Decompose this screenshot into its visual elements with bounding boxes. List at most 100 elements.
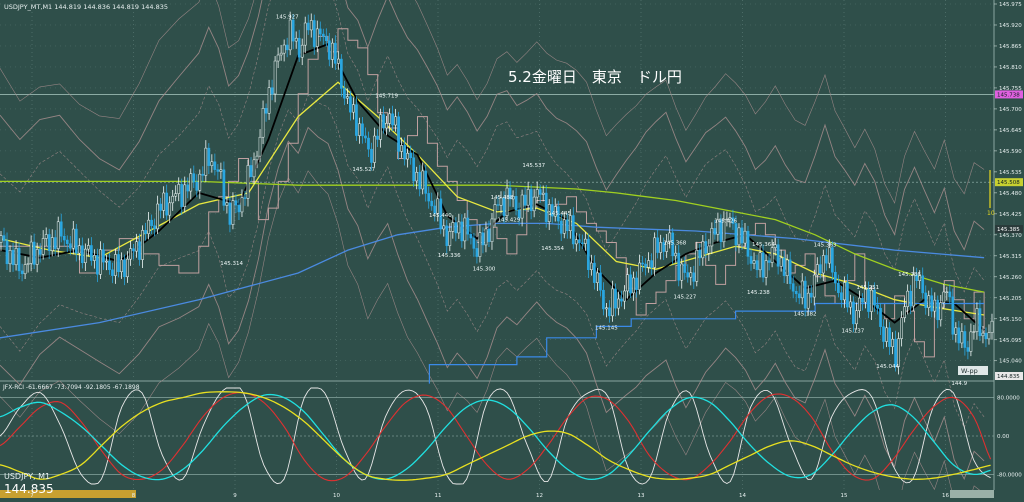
candle-body bbox=[475, 248, 479, 257]
candle-body bbox=[99, 249, 102, 275]
candle-body bbox=[349, 96, 352, 113]
time-axis-label: 15 bbox=[841, 493, 848, 499]
pp-label: W-pp bbox=[961, 367, 978, 375]
chart-annotation: 5.2金曜日 東京 ドル円 bbox=[508, 68, 682, 86]
candle-body bbox=[966, 347, 970, 352]
candle-body bbox=[520, 194, 524, 219]
candle-body bbox=[282, 44, 286, 54]
candle-body bbox=[647, 260, 650, 268]
candle-body bbox=[493, 204, 497, 220]
candle-body bbox=[695, 249, 699, 282]
price-label: 145.286 bbox=[898, 272, 921, 278]
candle-body bbox=[879, 308, 882, 327]
candle-body bbox=[812, 274, 816, 298]
candle-body bbox=[472, 237, 476, 249]
price-axis-label: 145.150 bbox=[999, 317, 1022, 323]
candle-body bbox=[867, 289, 870, 312]
candle-body bbox=[559, 220, 563, 234]
candle-body bbox=[373, 135, 376, 163]
candle-body bbox=[906, 290, 909, 307]
candle-body bbox=[219, 169, 223, 172]
candle-body bbox=[201, 173, 205, 176]
candle-body bbox=[427, 193, 431, 202]
candle-body bbox=[568, 215, 572, 232]
chart-svg: 145.927 145.719 145.527 145.314 145.440 145.4… bbox=[0, 0, 1024, 502]
candle-body bbox=[538, 189, 542, 195]
time-axis-label: 10 bbox=[333, 493, 340, 499]
symbol-info: USDJPY_MT,M1 144.819 144.836 144.819 144… bbox=[4, 3, 168, 11]
candle-body bbox=[403, 145, 406, 160]
candle-body bbox=[644, 263, 647, 268]
candle-body bbox=[972, 331, 976, 333]
candle-body bbox=[297, 37, 301, 58]
candle-body bbox=[490, 218, 494, 242]
candle-body bbox=[526, 189, 530, 206]
candle-body bbox=[352, 104, 355, 113]
candle-body bbox=[198, 173, 202, 191]
candle-body bbox=[626, 274, 629, 292]
candle-body bbox=[135, 241, 138, 252]
candle-body bbox=[827, 247, 831, 264]
candle-body bbox=[418, 172, 422, 190]
candle-body bbox=[53, 237, 57, 249]
candle-body bbox=[358, 123, 361, 136]
candle-body bbox=[894, 338, 897, 367]
candle-body bbox=[105, 260, 108, 263]
candle-body bbox=[849, 301, 852, 308]
candle-body bbox=[14, 248, 18, 266]
candle-body bbox=[855, 310, 858, 325]
chart-root: 145.927 145.719 145.527 145.314 145.440 145.4… bbox=[0, 0, 1024, 502]
candle-body bbox=[430, 200, 434, 207]
candle-body bbox=[454, 222, 458, 234]
price-axis-label: 145.865 bbox=[999, 44, 1022, 50]
time-axis-highlight-right bbox=[950, 490, 994, 498]
price-label: 144.9 bbox=[951, 381, 967, 387]
candle-body bbox=[189, 173, 193, 192]
price-label: 145.537 bbox=[522, 163, 545, 169]
footer-symbol: USDJPY, M1 bbox=[4, 472, 50, 481]
candle-body bbox=[876, 304, 879, 309]
candle-body bbox=[939, 302, 943, 321]
price-label: 145.927 bbox=[276, 14, 299, 20]
candle-body bbox=[776, 244, 780, 267]
candle-body bbox=[273, 60, 277, 95]
price-label: 145.145 bbox=[595, 326, 618, 332]
candle-body bbox=[249, 165, 253, 178]
candle-body bbox=[951, 296, 955, 335]
candle-body bbox=[614, 288, 617, 309]
candle-body bbox=[487, 228, 491, 242]
candle-body bbox=[93, 255, 96, 261]
candle-body bbox=[108, 260, 111, 270]
candle-body bbox=[83, 248, 87, 263]
candle-body bbox=[457, 221, 461, 234]
candle-body bbox=[596, 272, 599, 283]
price-axis-label: 145.205 bbox=[999, 296, 1022, 302]
candle-body bbox=[126, 258, 129, 278]
candle-body bbox=[496, 204, 500, 206]
candle-body bbox=[451, 222, 455, 232]
candle-body bbox=[56, 221, 60, 249]
candle-body bbox=[674, 252, 678, 257]
candle-body bbox=[59, 221, 63, 237]
candle-body bbox=[927, 295, 931, 308]
candle-body bbox=[213, 161, 217, 170]
candle-body bbox=[677, 252, 681, 281]
price-axis-label: 145.370 bbox=[999, 233, 1022, 239]
candle-body bbox=[930, 295, 934, 312]
candle-body bbox=[240, 197, 244, 213]
candle-body bbox=[740, 227, 744, 244]
candle-body bbox=[29, 241, 33, 264]
candle-body bbox=[818, 264, 822, 274]
candle-body bbox=[864, 289, 867, 303]
candle-body bbox=[692, 272, 696, 282]
price-label: 145.354 bbox=[541, 246, 564, 252]
price-label: 145.182 bbox=[794, 312, 817, 318]
candle-body bbox=[62, 235, 66, 241]
candle-body bbox=[620, 298, 623, 302]
candle-body bbox=[11, 250, 15, 266]
candle-body bbox=[361, 123, 364, 137]
candle-body bbox=[210, 161, 214, 166]
price-label: 145.336 bbox=[438, 253, 461, 259]
candle-body bbox=[222, 169, 226, 206]
candle-body bbox=[858, 297, 861, 312]
